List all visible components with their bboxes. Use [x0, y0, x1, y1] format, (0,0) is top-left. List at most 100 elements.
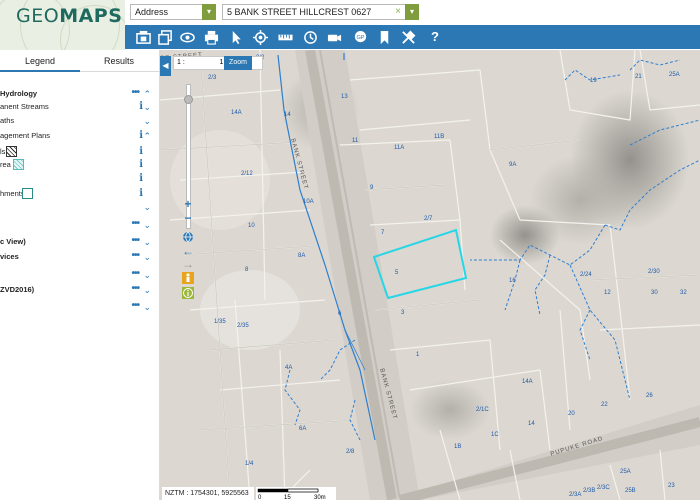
- panel-tabs: Legend Results: [0, 50, 159, 72]
- info-tool-icon[interactable]: [181, 287, 195, 301]
- chevron-up-icon[interactable]: ⌃: [143, 129, 151, 143]
- legend-label: Hydrology: [0, 89, 38, 98]
- lot-label: 26: [646, 393, 653, 399]
- address-search-input[interactable]: 5 BANK STREET HILLCREST 0627 × ▾: [222, 4, 419, 20]
- legend-label: rea: [0, 160, 11, 169]
- legend-group-8[interactable]: ••• ⌄: [0, 268, 155, 282]
- zoom-in-icon[interactable]: +: [181, 197, 195, 211]
- chevron-down-icon[interactable]: ⌄: [143, 200, 151, 214]
- globe-icon[interactable]: [181, 231, 195, 245]
- chevron-down-icon[interactable]: ⌄: [143, 235, 151, 249]
- geomaps-app: GEOMAPS Address ▾ 5 BANK STREET HILLCRES…: [0, 0, 700, 500]
- legend-item-permanent-streams[interactable]: anent Streams i ⌄: [0, 100, 155, 114]
- info-icon[interactable]: i: [139, 129, 143, 143]
- info-icon[interactable]: i: [139, 158, 143, 172]
- home-icon[interactable]: [134, 28, 152, 46]
- chevron-down-icon[interactable]: ⌄: [143, 300, 151, 314]
- legend-group-10[interactable]: ••• ⌄: [0, 300, 155, 314]
- lot-label: 2/3C: [597, 485, 610, 491]
- address-dropdown-icon[interactable]: ▾: [405, 4, 419, 20]
- lot-label: 1: [416, 352, 420, 358]
- info-icon[interactable]: i: [139, 145, 143, 159]
- legend-group-services[interactable]: vices ••• ⌄: [0, 250, 155, 264]
- address-value: 5 BANK STREET HILLCREST 0627: [227, 7, 372, 17]
- chevron-down-icon[interactable]: ⌄: [143, 268, 151, 282]
- lot-label: 8: [245, 267, 249, 273]
- help-icon[interactable]: ?: [426, 28, 444, 46]
- map-base-layer: [160, 50, 700, 500]
- options-icon[interactable]: •••: [131, 300, 139, 312]
- lot-label: 7: [381, 230, 385, 236]
- print-icon[interactable]: [202, 28, 220, 46]
- options-icon[interactable]: •••: [131, 250, 139, 262]
- legend-item-paths[interactable]: aths ⌄: [0, 114, 155, 128]
- chevron-down-icon[interactable]: ⌄: [143, 114, 151, 128]
- chevron-down-icon[interactable]: ⌄: [143, 218, 151, 232]
- legend-group-aerial[interactable]: c View) ••• ⌄: [0, 235, 155, 249]
- streetview-person-icon[interactable]: [181, 272, 195, 286]
- scale-prefix: 1 :: [177, 59, 185, 66]
- lot-label: 14: [528, 421, 535, 427]
- tab-legend[interactable]: Legend: [0, 50, 80, 72]
- logo-text: GEOMAPS: [16, 5, 123, 27]
- stamp-icon[interactable]: GP: [351, 28, 369, 46]
- back-arrow-icon[interactable]: ←: [181, 244, 195, 258]
- geomaps-logo[interactable]: GEOMAPS: [0, 0, 125, 50]
- search-type-select[interactable]: Address ▾: [130, 4, 216, 20]
- chevron-down-icon[interactable]: ⌄: [143, 250, 151, 264]
- bookmark-icon[interactable]: [375, 28, 393, 46]
- chevron-down-icon[interactable]: ⌄: [143, 283, 151, 297]
- chevron-down-icon[interactable]: ⌄: [143, 100, 151, 114]
- scalebar-label: 30m: [314, 495, 326, 500]
- history-icon[interactable]: [301, 28, 319, 46]
- streetview-icon[interactable]: [325, 28, 343, 46]
- info-icon[interactable]: i: [139, 187, 143, 201]
- legend-group-nzvd2016[interactable]: ZVD2016) ••• ⌄: [0, 283, 155, 297]
- map-view[interactable]: 13 14 14A 2/3 2/2 11 11A 11B 9A 9 2/12 1…: [160, 50, 700, 500]
- lot-label: 2/3: [208, 75, 217, 81]
- zoom-out-icon[interactable]: −: [181, 211, 195, 225]
- legend-panel: Legend Results Hydrology ••• ⌃ anent Str…: [0, 50, 160, 500]
- locate-target-icon[interactable]: [251, 28, 269, 46]
- chevron-up-icon[interactable]: ⌃: [143, 87, 151, 101]
- layers-icon[interactable]: [156, 28, 174, 46]
- lot-label: 1/4: [245, 461, 254, 467]
- legend-label: hments: [0, 189, 25, 198]
- header-bar: GEOMAPS Address ▾ 5 BANK STREET HILLCRES…: [0, 0, 700, 50]
- legend-item-catchments: hments i: [0, 187, 155, 201]
- legend-label: ls: [0, 147, 6, 156]
- info-icon[interactable]: i: [139, 172, 143, 186]
- legend-label: c View): [0, 237, 26, 246]
- legend-item-management-plans[interactable]: agement Plans i ⌃: [0, 129, 155, 143]
- tools-icon[interactable]: [399, 28, 417, 46]
- legend-group-hydrology[interactable]: Hydrology ••• ⌃: [0, 87, 155, 101]
- options-icon[interactable]: •••: [131, 218, 139, 230]
- search-type-dropdown-icon[interactable]: ▾: [202, 4, 216, 20]
- coordinates-readout: NZTM : 1754301, 5925563: [162, 487, 254, 500]
- zoom-button[interactable]: Zoom: [224, 56, 252, 70]
- options-icon[interactable]: •••: [131, 87, 139, 99]
- view-icon[interactable]: [178, 28, 196, 46]
- zoom-slider-handle[interactable]: [184, 95, 193, 104]
- legend-label: agement Plans: [0, 131, 51, 140]
- lot-label: 14A: [231, 110, 242, 116]
- forward-arrow-icon[interactable]: →: [181, 257, 195, 271]
- tab-results[interactable]: Results: [80, 50, 158, 72]
- catchment-swatch: [22, 188, 33, 199]
- options-icon[interactable]: •••: [131, 283, 139, 295]
- select-pointer-icon[interactable]: [227, 28, 245, 46]
- lot-label: 21: [635, 74, 642, 80]
- collapse-panel-button[interactable]: ◀: [160, 56, 171, 76]
- options-icon[interactable]: •••: [131, 268, 139, 280]
- legend-group-5[interactable]: ••• ⌄: [0, 218, 155, 232]
- options-icon[interactable]: •••: [131, 235, 139, 247]
- clear-icon[interactable]: ×: [392, 5, 404, 19]
- legend-group-collapse[interactable]: ⌄: [0, 200, 155, 214]
- lot-label: 25A: [620, 469, 631, 475]
- lot-label: 23: [668, 483, 675, 489]
- info-icon[interactable]: i: [139, 100, 143, 114]
- lot-label: 12: [604, 290, 611, 296]
- lot-label: 6A: [299, 426, 307, 432]
- measure-ruler-icon[interactable]: [276, 28, 294, 46]
- lot-label: 30: [651, 290, 658, 296]
